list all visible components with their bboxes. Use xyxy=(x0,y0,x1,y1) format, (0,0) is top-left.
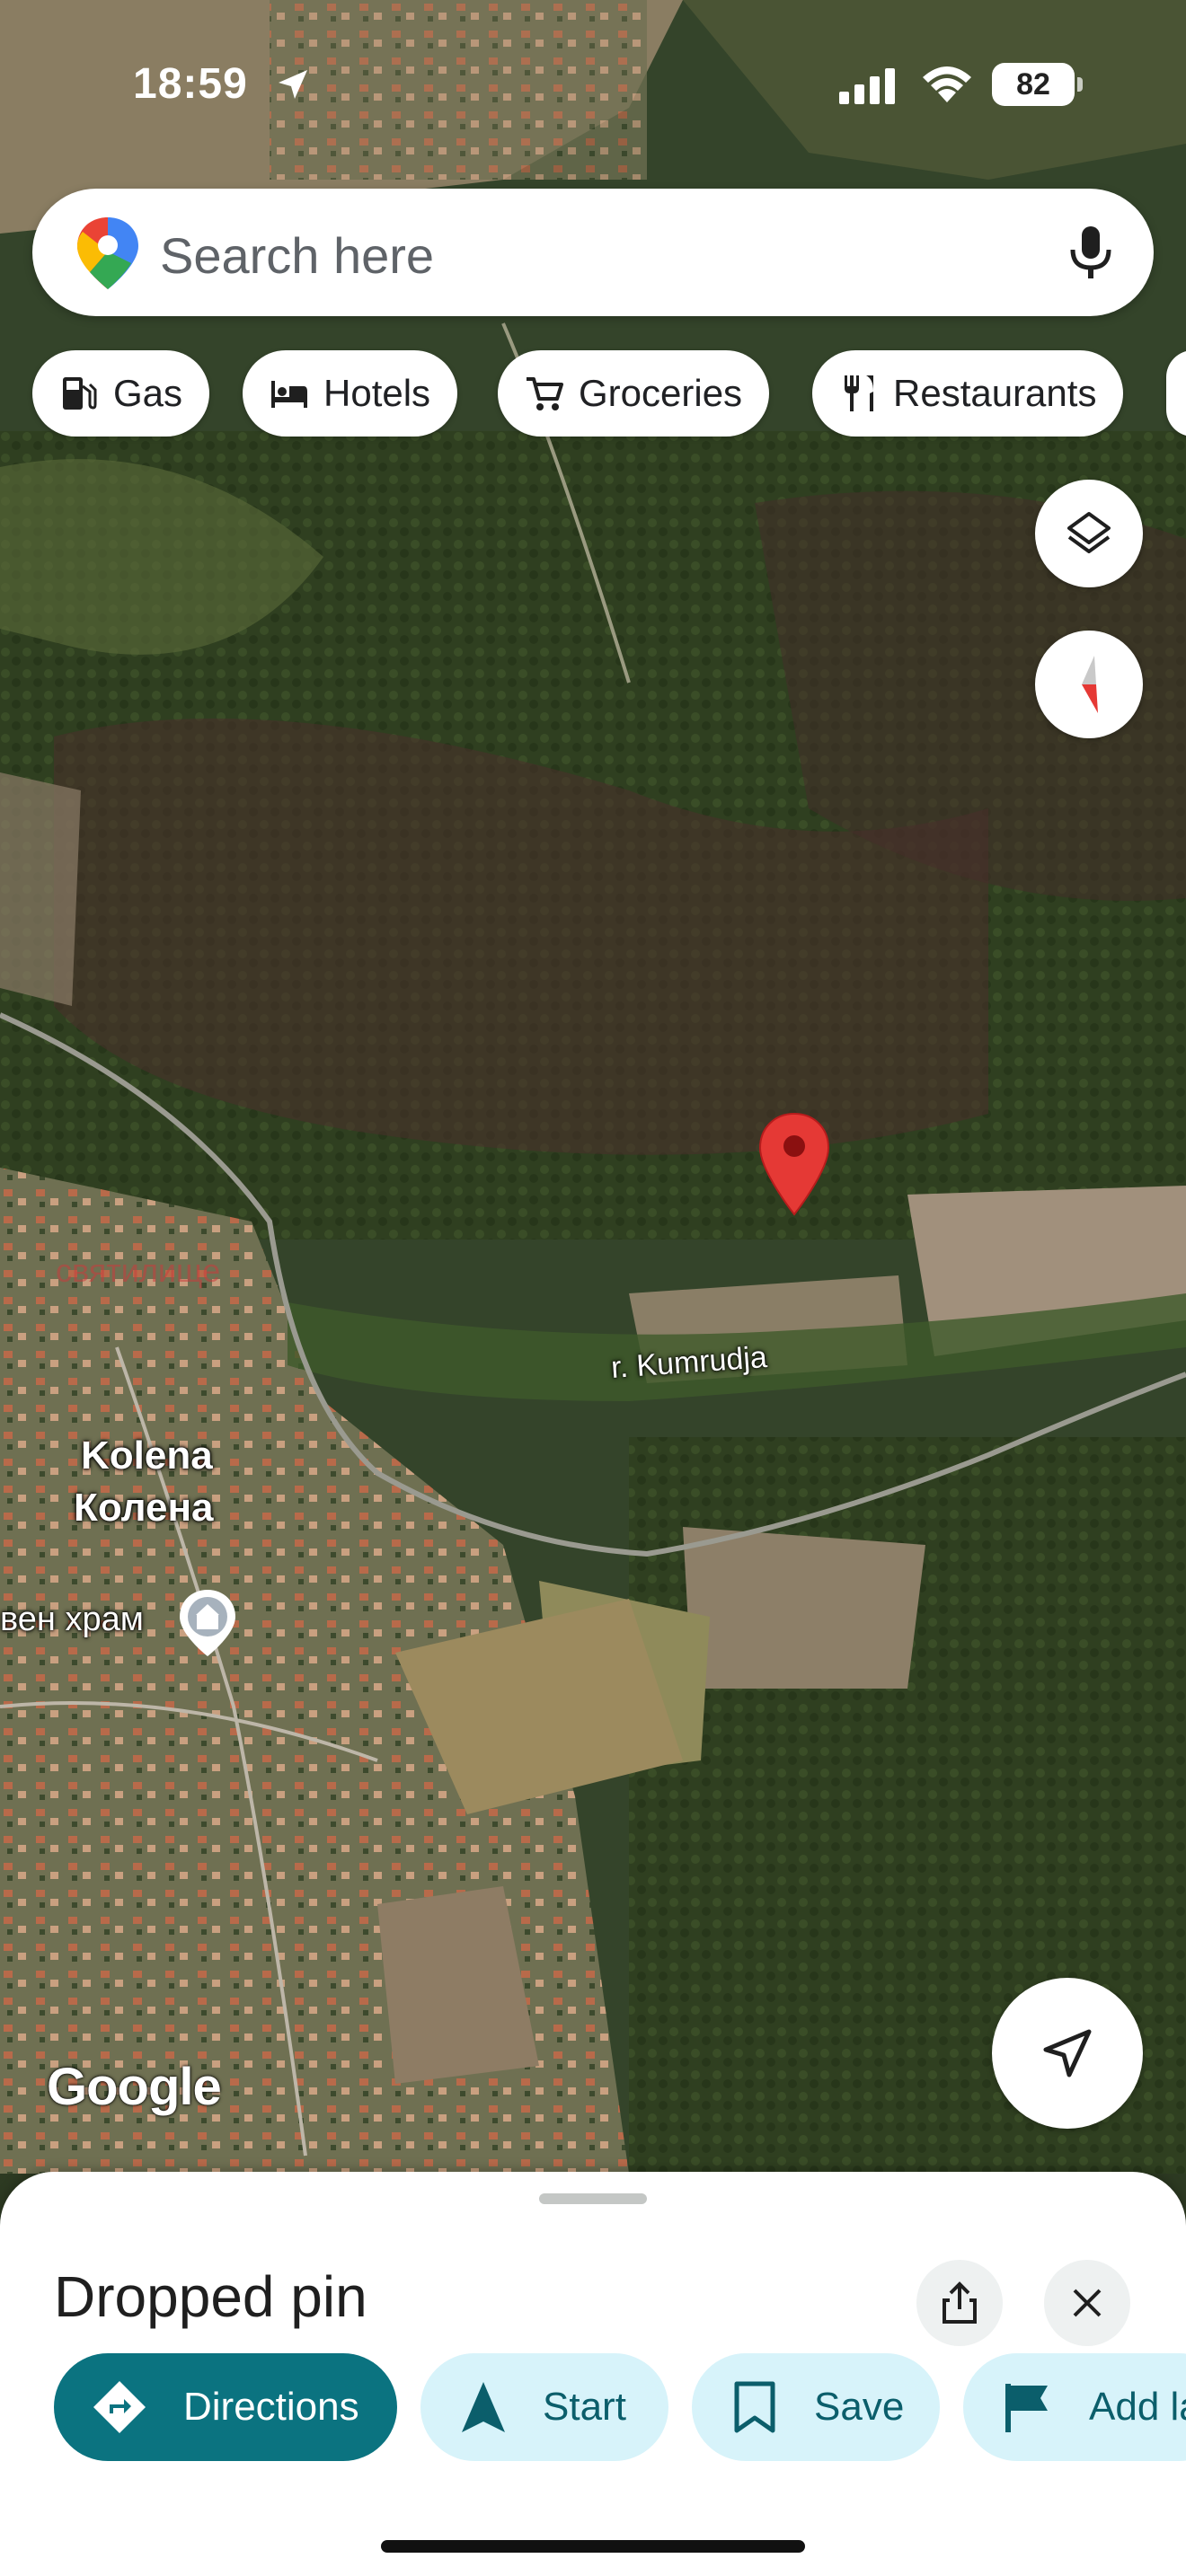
chip-groceries-label: Groceries xyxy=(579,372,743,414)
compass-icon xyxy=(1082,656,1098,713)
bed-icon xyxy=(271,381,307,408)
satellite-map[interactable]: святилище r. Kumrudja Kolena Колена вен … xyxy=(0,0,1186,2174)
compass-button[interactable] xyxy=(1035,631,1143,738)
wifi-icon xyxy=(923,66,971,102)
place-title: Dropped pin xyxy=(54,2264,367,2329)
my-location-button[interactable] xyxy=(992,1978,1143,2129)
chip-hotels-label: Hotels xyxy=(323,372,431,414)
status-bar: 18:59 82 xyxy=(0,0,1186,171)
google-attribution: Google xyxy=(47,2058,222,2116)
map-label-faint: святилище xyxy=(56,1252,221,1289)
share-icon xyxy=(943,2281,977,2324)
fork-knife-icon xyxy=(845,375,873,411)
church-place-icon[interactable] xyxy=(176,1586,239,1658)
chip-restaurants[interactable]: Restaurants xyxy=(812,350,1124,437)
chip-more[interactable] xyxy=(1166,350,1186,437)
search-bar[interactable]: Search here xyxy=(32,189,1154,316)
save-label: Save xyxy=(814,2385,905,2429)
directions-label: Directions xyxy=(183,2385,359,2429)
home-indicator[interactable] xyxy=(381,2540,805,2553)
chip-gas-label: Gas xyxy=(113,372,183,414)
chip-hotels[interactable]: Hotels xyxy=(243,350,458,437)
save-button[interactable]: Save xyxy=(692,2353,940,2461)
search-input[interactable]: Search here xyxy=(160,226,434,285)
gas-station-icon xyxy=(63,377,97,410)
navigation-start-icon xyxy=(462,2382,505,2432)
flag-icon xyxy=(1005,2384,1048,2432)
town-label-latin[interactable]: Kolena xyxy=(81,1434,213,1478)
chip-restaurants-label: Restaurants xyxy=(893,372,1097,414)
place-bottom-sheet[interactable]: Dropped pin Directions Start Save Add l xyxy=(0,2172,1186,2576)
satellite-imagery xyxy=(0,0,1186,2174)
status-time: 18:59 xyxy=(133,60,248,108)
dropped-pin-icon[interactable] xyxy=(758,1112,830,1216)
sheet-drag-handle[interactable] xyxy=(539,2193,647,2204)
town-label-cyrillic[interactable]: Колена xyxy=(74,1486,214,1531)
layers-icon xyxy=(1067,512,1111,553)
add-label-label: Add la xyxy=(1089,2385,1186,2429)
microphone-icon[interactable] xyxy=(1064,223,1118,282)
start-button[interactable]: Start xyxy=(420,2353,668,2461)
cart-icon xyxy=(527,377,563,410)
share-button[interactable] xyxy=(916,2260,1003,2346)
navigation-arrow-icon xyxy=(1043,2029,1092,2078)
location-arrow-icon xyxy=(279,70,307,99)
start-label: Start xyxy=(543,2385,626,2429)
bookmark-icon xyxy=(734,2381,775,2433)
chip-groceries[interactable]: Groceries xyxy=(498,350,770,437)
church-label[interactable]: вен храм xyxy=(0,1601,144,1639)
google-maps-logo-icon xyxy=(77,217,138,289)
add-label-button[interactable]: Add la xyxy=(963,2353,1186,2461)
action-buttons-row: Directions Start Save Add la xyxy=(54,2353,1186,2461)
directions-icon xyxy=(93,2381,146,2433)
map-layers-button[interactable] xyxy=(1035,480,1143,587)
close-button[interactable] xyxy=(1044,2260,1130,2346)
cellular-signal-icon xyxy=(839,68,895,104)
battery-indicator: 82 xyxy=(992,63,1083,106)
directions-button[interactable]: Directions xyxy=(54,2353,397,2461)
chip-gas[interactable]: Gas xyxy=(32,350,210,437)
category-chips: Gas Hotels Groceries Restaurants xyxy=(32,350,1186,437)
close-icon xyxy=(1073,2289,1102,2317)
